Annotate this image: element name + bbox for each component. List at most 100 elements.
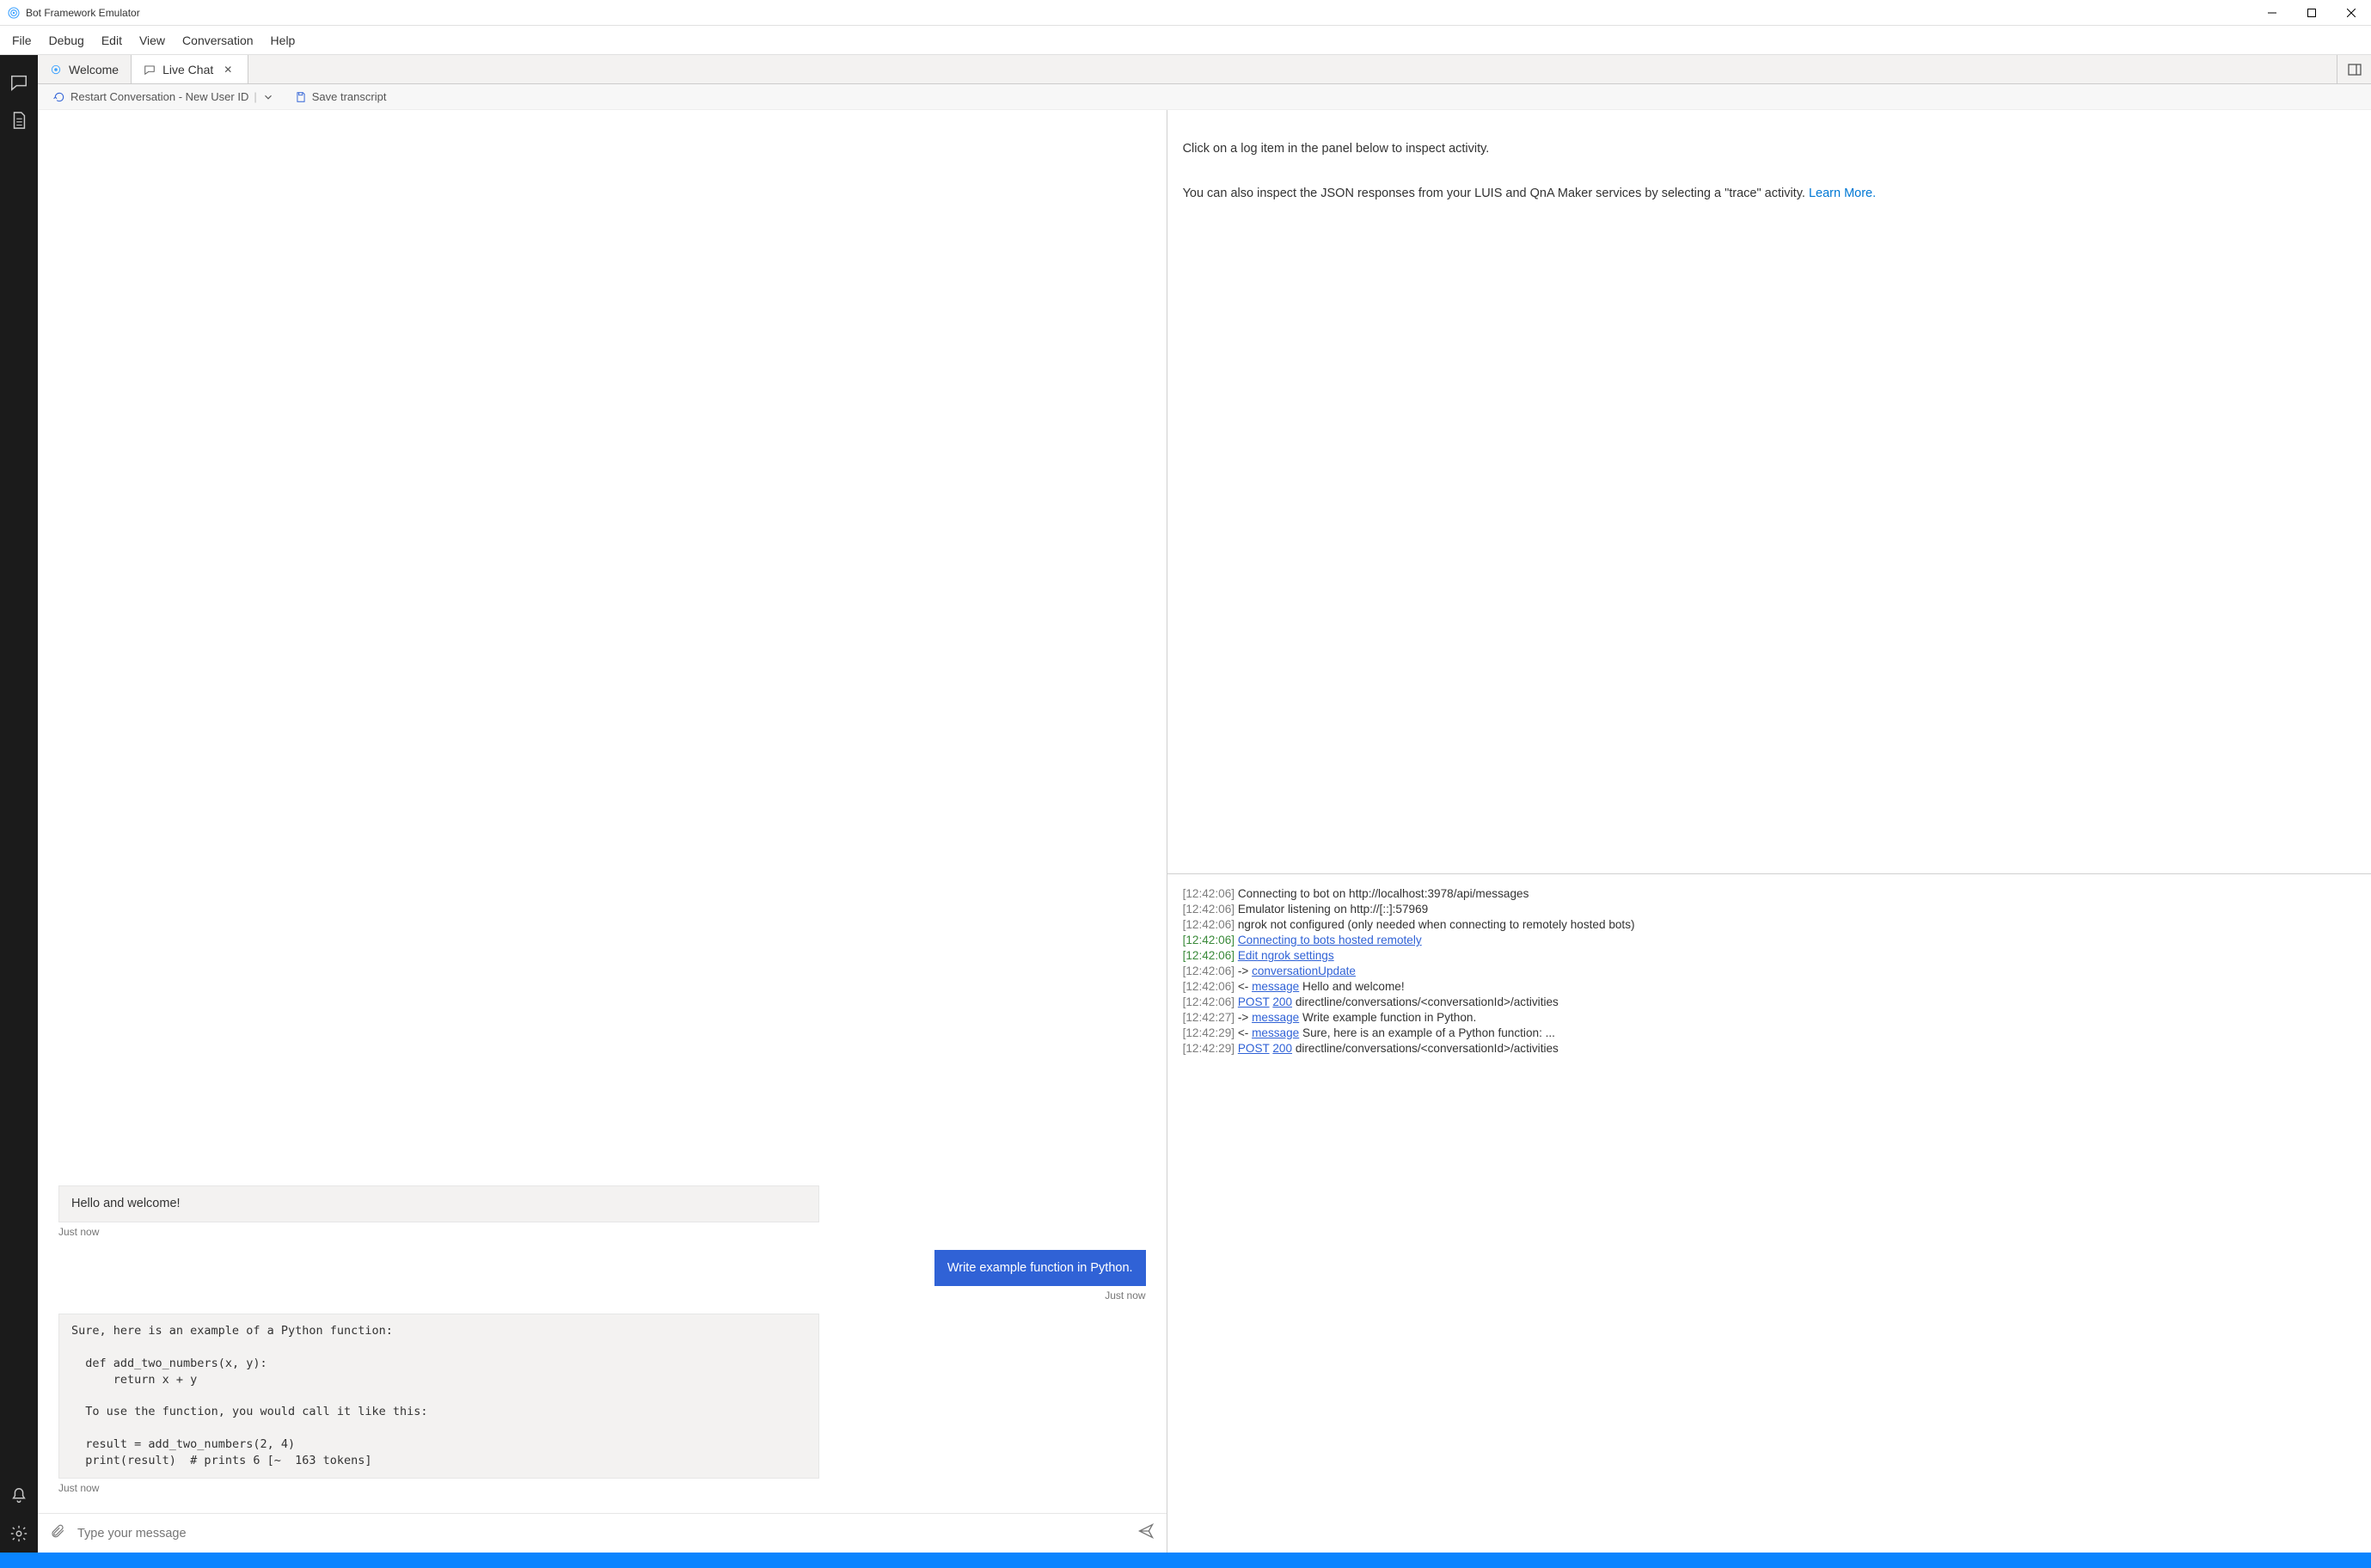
log-timestamp: [12:42:27] [1183,1011,1238,1024]
tab-label: Welcome [69,63,119,77]
sidebar-chat-button[interactable] [0,64,38,101]
speech-bubble-icon [9,73,28,92]
log-timestamp: [12:42:29] [1183,1026,1238,1039]
minimize-icon [2268,9,2276,17]
message-bubble: Sure, here is an example of a Python fun… [58,1314,819,1479]
log-timestamp: [12:42:06] [1183,934,1238,946]
log-line[interactable]: [12:42:29] <- message Sure, here is an e… [1183,1026,2356,1041]
log-line[interactable]: [12:42:06] Connecting to bots hosted rem… [1183,933,2356,948]
maximize-icon [2307,9,2316,17]
panel-layout-toggle[interactable] [2337,55,2371,83]
tab-bar: Welcome Live Chat ✕ [38,55,2371,84]
menu-view[interactable]: View [131,28,174,52]
menu-bar: FileDebugEditViewConversationHelp [0,26,2371,55]
message-bubble: Write example function in Python. [934,1250,1146,1286]
log-link[interactable]: POST [1238,1042,1270,1055]
message-timestamp: Just now [1105,1289,1145,1302]
log-link[interactable]: Connecting to bots hosted remotely [1238,934,1422,946]
log-link[interactable]: message [1252,980,1299,993]
log-line[interactable]: [12:42:29] POST 200 directline/conversat… [1183,1041,2356,1057]
bot-message[interactable]: Hello and welcome! Just now [58,1185,1146,1237]
user-message[interactable]: Write example function in Python. Just no… [58,1250,1146,1302]
attach-button[interactable] [50,1523,65,1543]
log-timestamp: [12:42:06] [1183,887,1238,900]
log-line[interactable]: [12:42:06] ngrok not configured (only ne… [1183,917,2356,933]
panel-split-icon [2348,63,2362,77]
restart-conversation-label: Restart Conversation - New User ID [70,90,248,103]
log-timestamp: [12:42:06] [1183,918,1238,931]
save-icon [295,91,307,103]
log-link[interactable]: message [1252,1011,1299,1024]
inspector-learn-more-link[interactable]: Learn More. [1809,187,1876,200]
menu-conversation[interactable]: Conversation [174,28,262,52]
inspector-hint-1: Click on a log item in the panel below t… [1183,138,2356,160]
log-link[interactable]: 200 [1272,1042,1292,1055]
log-timestamp: [12:42:06] [1183,965,1238,977]
restart-split-divider: | [254,90,256,103]
log-timestamp: [12:42:06] [1183,995,1238,1008]
log-text: directline/conversations/<conversationId… [1292,1042,1559,1055]
app-logo-icon [7,6,21,20]
log-link[interactable]: conversationUpdate [1252,965,1356,977]
log-line[interactable]: [12:42:27] -> message Write example func… [1183,1010,2356,1026]
log-line[interactable]: [12:42:06] Emulator listening on http://… [1183,902,2356,917]
conversation-toolbar: Restart Conversation - New User ID | Sav… [38,84,2371,110]
log-line[interactable]: [12:42:06] -> conversationUpdate [1183,964,2356,979]
window-maximize-button[interactable] [2292,0,2331,26]
menu-debug[interactable]: Debug [40,28,93,52]
send-button[interactable] [1137,1522,1155,1544]
bot-message[interactable]: Sure, here is an example of a Python fun… [58,1314,1146,1494]
window-minimize-button[interactable] [2252,0,2292,26]
log-text: Connecting to bot on http://localhost:39… [1238,887,1529,900]
message-input[interactable] [77,1527,1125,1540]
save-transcript-label: Save transcript [312,90,387,103]
tab-label: Live Chat [162,63,213,77]
log-timestamp: [12:42:29] [1183,1042,1238,1055]
log-text: Sure, here is an example of a Python fun… [1299,1026,1555,1039]
chat-scroll[interactable]: Hello and welcome!Just nowWrite example … [38,110,1167,1513]
log-line[interactable]: [12:42:06] Edit ngrok settings [1183,948,2356,964]
restart-conversation-button[interactable]: Restart Conversation - New User ID | [53,90,274,103]
target-icon [50,64,62,76]
window-close-button[interactable] [2331,0,2371,26]
log-text: Write example function in Python. [1299,1011,1476,1024]
content-area: Welcome Live Chat ✕ Restart Conversation -… [38,55,2371,1553]
log-text: Emulator listening on http://[::]:57969 [1238,903,1428,916]
menu-edit[interactable]: Edit [93,28,131,52]
inspector-panel: Click on a log item in the panel below t… [1167,110,2371,874]
log-text: -> [1238,965,1252,977]
inspector-hint-2: You can also inspect the JSON responses … [1183,187,1805,200]
log-link[interactable]: 200 [1272,995,1292,1008]
tab-live-chat[interactable]: Live Chat ✕ [132,55,248,83]
sidebar-settings-button[interactable] [0,1515,38,1553]
log-link[interactable]: POST [1238,995,1270,1008]
tab-close-button[interactable]: ✕ [220,62,236,77]
sidebar-notifications-button[interactable] [0,1477,38,1515]
speech-bubble-icon [144,64,156,76]
chevron-down-icon[interactable] [262,91,274,103]
save-transcript-button[interactable]: Save transcript [295,90,387,103]
log-line[interactable]: [12:42:06] Connecting to bot on http://l… [1183,886,2356,902]
status-bar [0,1553,2371,1568]
log-line[interactable]: [12:42:06] <- message Hello and welcome! [1183,979,2356,995]
paperclip-icon [50,1523,65,1539]
message-bubble: Hello and welcome! [58,1185,819,1222]
log-text: <- [1238,1026,1252,1039]
bell-icon [9,1486,28,1505]
log-line[interactable]: [12:42:06] POST 200 directline/conversat… [1183,995,2356,1010]
gear-icon [9,1524,28,1543]
menu-help[interactable]: Help [262,28,304,52]
log-text: Hello and welcome! [1299,980,1404,993]
log-text: <- [1238,980,1252,993]
right-pane: Click on a log item in the panel below t… [1167,110,2371,1553]
tab-welcome[interactable]: Welcome [38,55,132,83]
chat-pane: Hello and welcome!Just nowWrite example … [38,110,1167,1553]
chat-input-row [38,1513,1167,1553]
menu-file[interactable]: File [3,28,40,52]
log-link[interactable]: message [1252,1026,1299,1039]
log-text: -> [1238,1011,1252,1024]
sidebar-resources-button[interactable] [0,101,38,139]
log-link[interactable]: Edit ngrok settings [1238,949,1334,962]
message-timestamp: Just now [58,1226,1146,1238]
log-panel[interactable]: [12:42:06] Connecting to bot on http://l… [1167,874,2371,1553]
